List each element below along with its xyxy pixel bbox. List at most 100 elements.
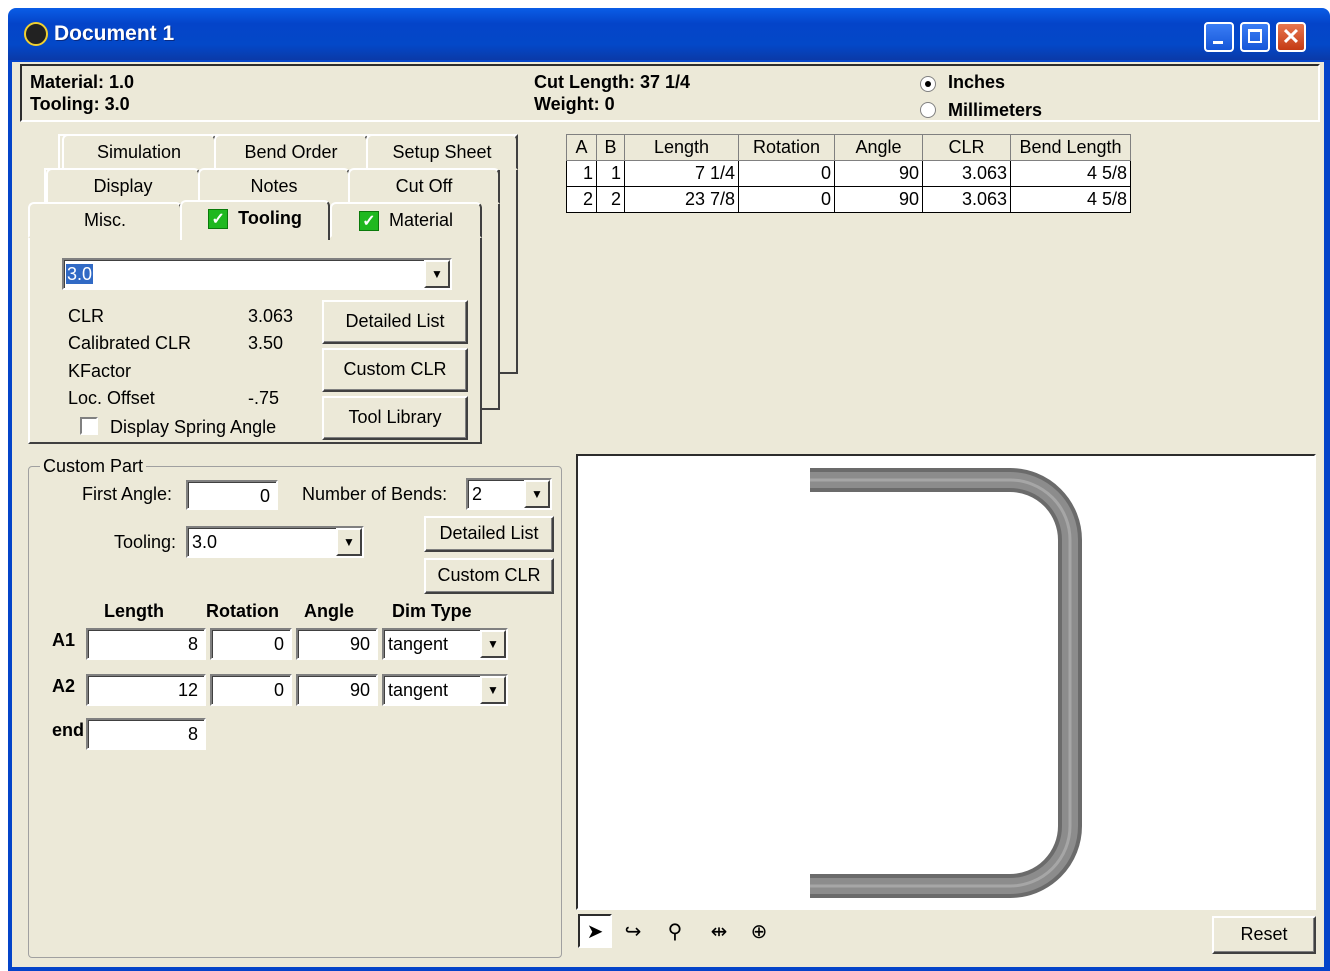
chevron-down-icon[interactable]: ▼ [480,630,506,658]
chevron-down-icon[interactable]: ▼ [424,260,450,288]
close-icon: ✕ [1281,24,1301,49]
table-cell[interactable]: 90 [834,186,923,213]
tab-material[interactable]: ✓ Material [330,202,482,238]
minimize-button[interactable] [1204,22,1234,52]
inches-label[interactable]: Inches [948,72,1005,93]
tooling-custom-clr-button[interactable]: Custom CLR [322,348,468,392]
custom-part-label: Custom Part [40,456,147,477]
a2-length-input[interactable]: 12 [86,674,206,706]
zoom-icon[interactable]: ⚲ [658,914,692,948]
table-cell[interactable]: 7 1/4 [624,160,739,187]
custom-tooling-value: 3.0 [192,532,218,552]
a2-dimtype-select[interactable]: tangent ▼ [382,674,508,706]
table-cell[interactable]: 2 [566,186,597,213]
a1-length-input[interactable]: 8 [86,628,206,660]
maximize-icon [1248,29,1262,43]
col-length-header[interactable]: Length [624,134,739,161]
row-a1-label: A1 [52,630,76,650]
tooling-detailed-list-button[interactable]: Detailed List [322,300,468,344]
display-spring-checkbox[interactable] [80,417,98,435]
table-row[interactable]: 2 2 23 7/8 0 90 3.063 4 5/8 [566,186,1131,213]
tab-display[interactable]: Display [46,168,200,204]
chevron-down-icon[interactable]: ▼ [480,676,506,704]
table-row[interactable]: 1 1 7 1/4 0 90 3.063 4 5/8 [566,160,1131,187]
material-info: Material: 1.0 [30,72,135,92]
kfactor-label: KFactor [68,361,132,381]
reset-button[interactable]: Reset [1212,916,1316,954]
table-cell[interactable]: 4 5/8 [1010,186,1131,213]
number-of-bends-value: 2 [472,484,483,504]
calibrated-clr-label: Calibrated CLR [68,333,192,353]
row-a2-label: A2 [52,676,76,696]
dim-type-col-header: Dim Type [392,601,472,621]
loc-offset-label: Loc. Offset [68,388,155,408]
tab-bend-order[interactable]: Bend Order [214,134,368,170]
a2-dimtype-value: tangent [388,680,449,700]
col-bend-length-header[interactable]: Bend Length [1010,134,1131,161]
pointer-icon[interactable]: ➤ [578,914,612,948]
custom-tooling-select[interactable]: 3.0 ▼ [186,526,364,558]
tooling-select[interactable]: 3.0 ▼ [62,258,452,290]
bend-table[interactable]: A B Length Rotation Angle CLR Bend Lengt… [566,134,1131,213]
custom-clr-button[interactable]: Custom CLR [424,558,554,594]
tab-material-label: Material [388,210,454,230]
chevron-down-icon[interactable]: ▼ [524,480,550,508]
app-icon [24,22,48,46]
tab-simulation[interactable]: Simulation [62,134,216,170]
custom-detailed-list-button[interactable]: Detailed List [424,516,554,552]
display-spring-label[interactable]: Display Spring Angle [110,417,276,438]
table-cell[interactable]: 23 7/8 [624,186,739,213]
end-length-input[interactable]: 8 [86,718,206,750]
tab-misc[interactable]: Misc. [28,202,182,238]
title-bar[interactable]: Document 1 ✕ [8,8,1330,60]
table-cell[interactable]: 0 [738,186,835,213]
part-viewport[interactable] [576,454,1316,910]
tab-setup-sheet[interactable]: Setup Sheet [366,134,518,170]
table-cell[interactable]: 90 [834,160,923,187]
tooling-select-value: 3.0 [66,264,94,284]
table-cell[interactable]: 1 [596,160,625,187]
bend-table-header: A B Length Rotation Angle CLR Bend Lengt… [566,134,1131,161]
table-cell[interactable]: 3.063 [922,186,1011,213]
a2-angle-input[interactable]: 90 [296,674,378,706]
pan-icon[interactable]: ⊕ [742,914,776,948]
table-cell[interactable]: 2 [596,186,625,213]
col-b-header[interactable]: B [596,134,625,161]
clr-value: 3.063 [248,306,294,326]
col-clr-header[interactable]: CLR [922,134,1011,161]
tab-cut-off[interactable]: Cut Off [348,168,500,204]
a2-rotation-input[interactable]: 0 [210,674,292,706]
table-cell[interactable]: 0 [738,160,835,187]
tab-notes[interactable]: Notes [198,168,350,204]
col-a-header[interactable]: A [566,134,597,161]
col-angle-header[interactable]: Angle [834,134,923,161]
number-of-bends-select[interactable]: 2 ▼ [466,478,552,510]
fit-width-icon[interactable]: ⇹ [702,914,736,948]
col-rotation-header[interactable]: Rotation [738,134,835,161]
cut-length-info: Cut Length: 37 1/4 [534,72,691,92]
tube-part-drawing [810,468,1082,898]
rotate-icon[interactable]: ↪ [616,914,650,948]
first-angle-input[interactable]: 0 [186,480,278,510]
a1-rotation-input[interactable]: 0 [210,628,292,660]
millimeters-radio[interactable] [920,102,936,118]
a1-dimtype-value: tangent [388,634,449,654]
tool-library-button[interactable]: Tool Library [322,396,468,440]
weight-info: Weight: 0 [534,94,615,114]
a1-angle-input[interactable]: 90 [296,628,378,660]
table-cell[interactable]: 4 5/8 [1010,160,1131,187]
length-col-header: Length [104,601,164,621]
number-of-bends-label: Number of Bends: [302,484,448,504]
close-button[interactable]: ✕ [1276,22,1306,52]
table-cell[interactable]: 3.063 [922,160,1011,187]
calibrated-clr-value: 3.50 [248,333,284,353]
a1-dimtype-select[interactable]: tangent ▼ [382,628,508,660]
table-cell[interactable]: 1 [566,160,597,187]
chevron-down-icon[interactable]: ▼ [336,528,362,556]
inches-radio[interactable] [920,76,936,92]
clr-label: CLR [68,306,105,326]
tab-tooling[interactable]: ✓ Tooling [180,200,330,240]
maximize-button[interactable] [1240,22,1270,52]
rotation-col-header: Rotation [206,601,279,621]
millimeters-label[interactable]: Millimeters [948,100,1042,121]
